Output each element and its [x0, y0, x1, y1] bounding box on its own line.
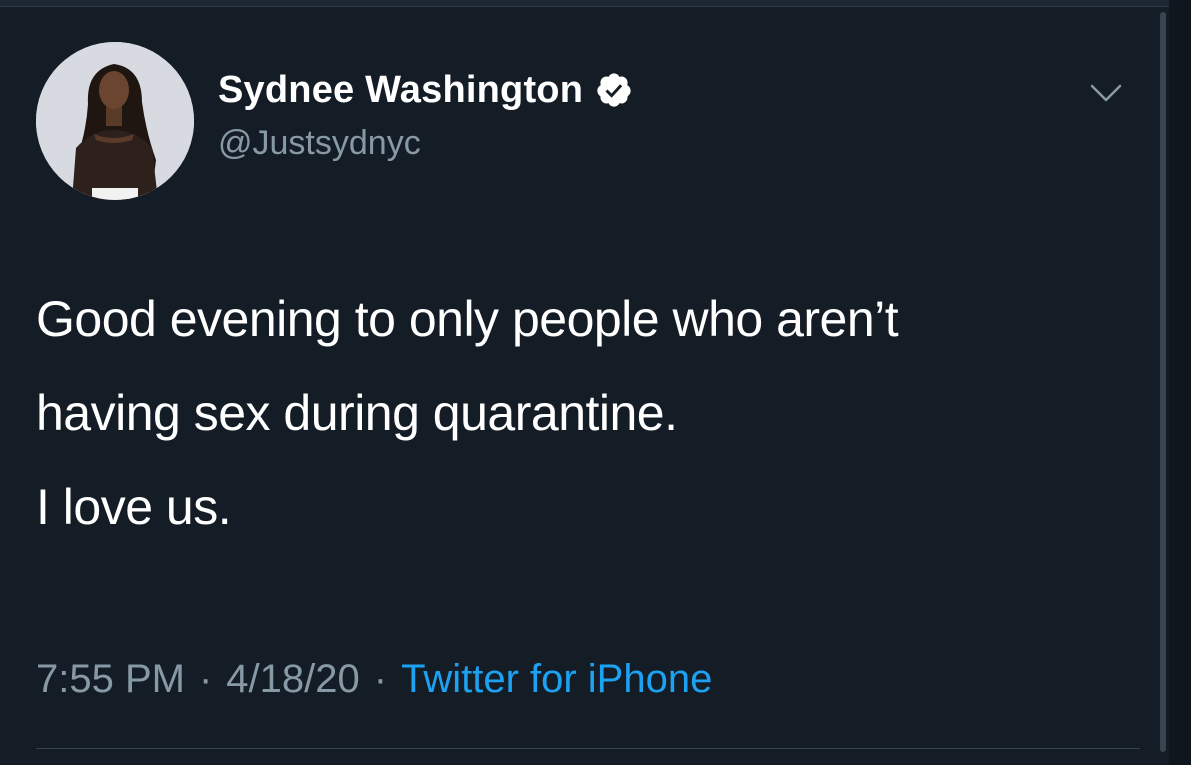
right-gutter [1169, 0, 1191, 765]
tweet-meta: 7:55 PM · 4/18/20 · Twitter for iPhone [36, 654, 712, 704]
verified-badge-icon [597, 73, 631, 107]
divider [36, 748, 1140, 749]
meta-separator: · [198, 656, 213, 701]
tweet-date[interactable]: 4/18/20 [226, 657, 359, 702]
scrollbar[interactable] [1160, 12, 1166, 752]
tweet-text-line: I love us. [36, 479, 232, 535]
profile-photo [36, 42, 194, 200]
tweet-time[interactable]: 7:55 PM [36, 657, 185, 702]
top-border [0, 0, 1191, 7]
author-handle[interactable]: @Justsydnyc [218, 124, 421, 163]
avatar[interactable] [36, 42, 194, 200]
tweet-text-line: Good evening to only people who aren’t [36, 291, 899, 347]
tweet-text-line: having sex during quarantine. [36, 385, 678, 441]
meta-separator: · [373, 656, 388, 701]
tweet-text: Good evening to only people who aren’t h… [36, 272, 1146, 554]
tweet-card: Sydnee Washington @Justsydnyc Good eveni… [0, 0, 1191, 765]
display-name-text[interactable]: Sydnee Washington [218, 69, 583, 112]
tweet-source-link[interactable]: Twitter for iPhone [401, 657, 712, 702]
chevron-down-icon[interactable] [1088, 82, 1124, 106]
author-display-name[interactable]: Sydnee Washington [218, 68, 633, 112]
